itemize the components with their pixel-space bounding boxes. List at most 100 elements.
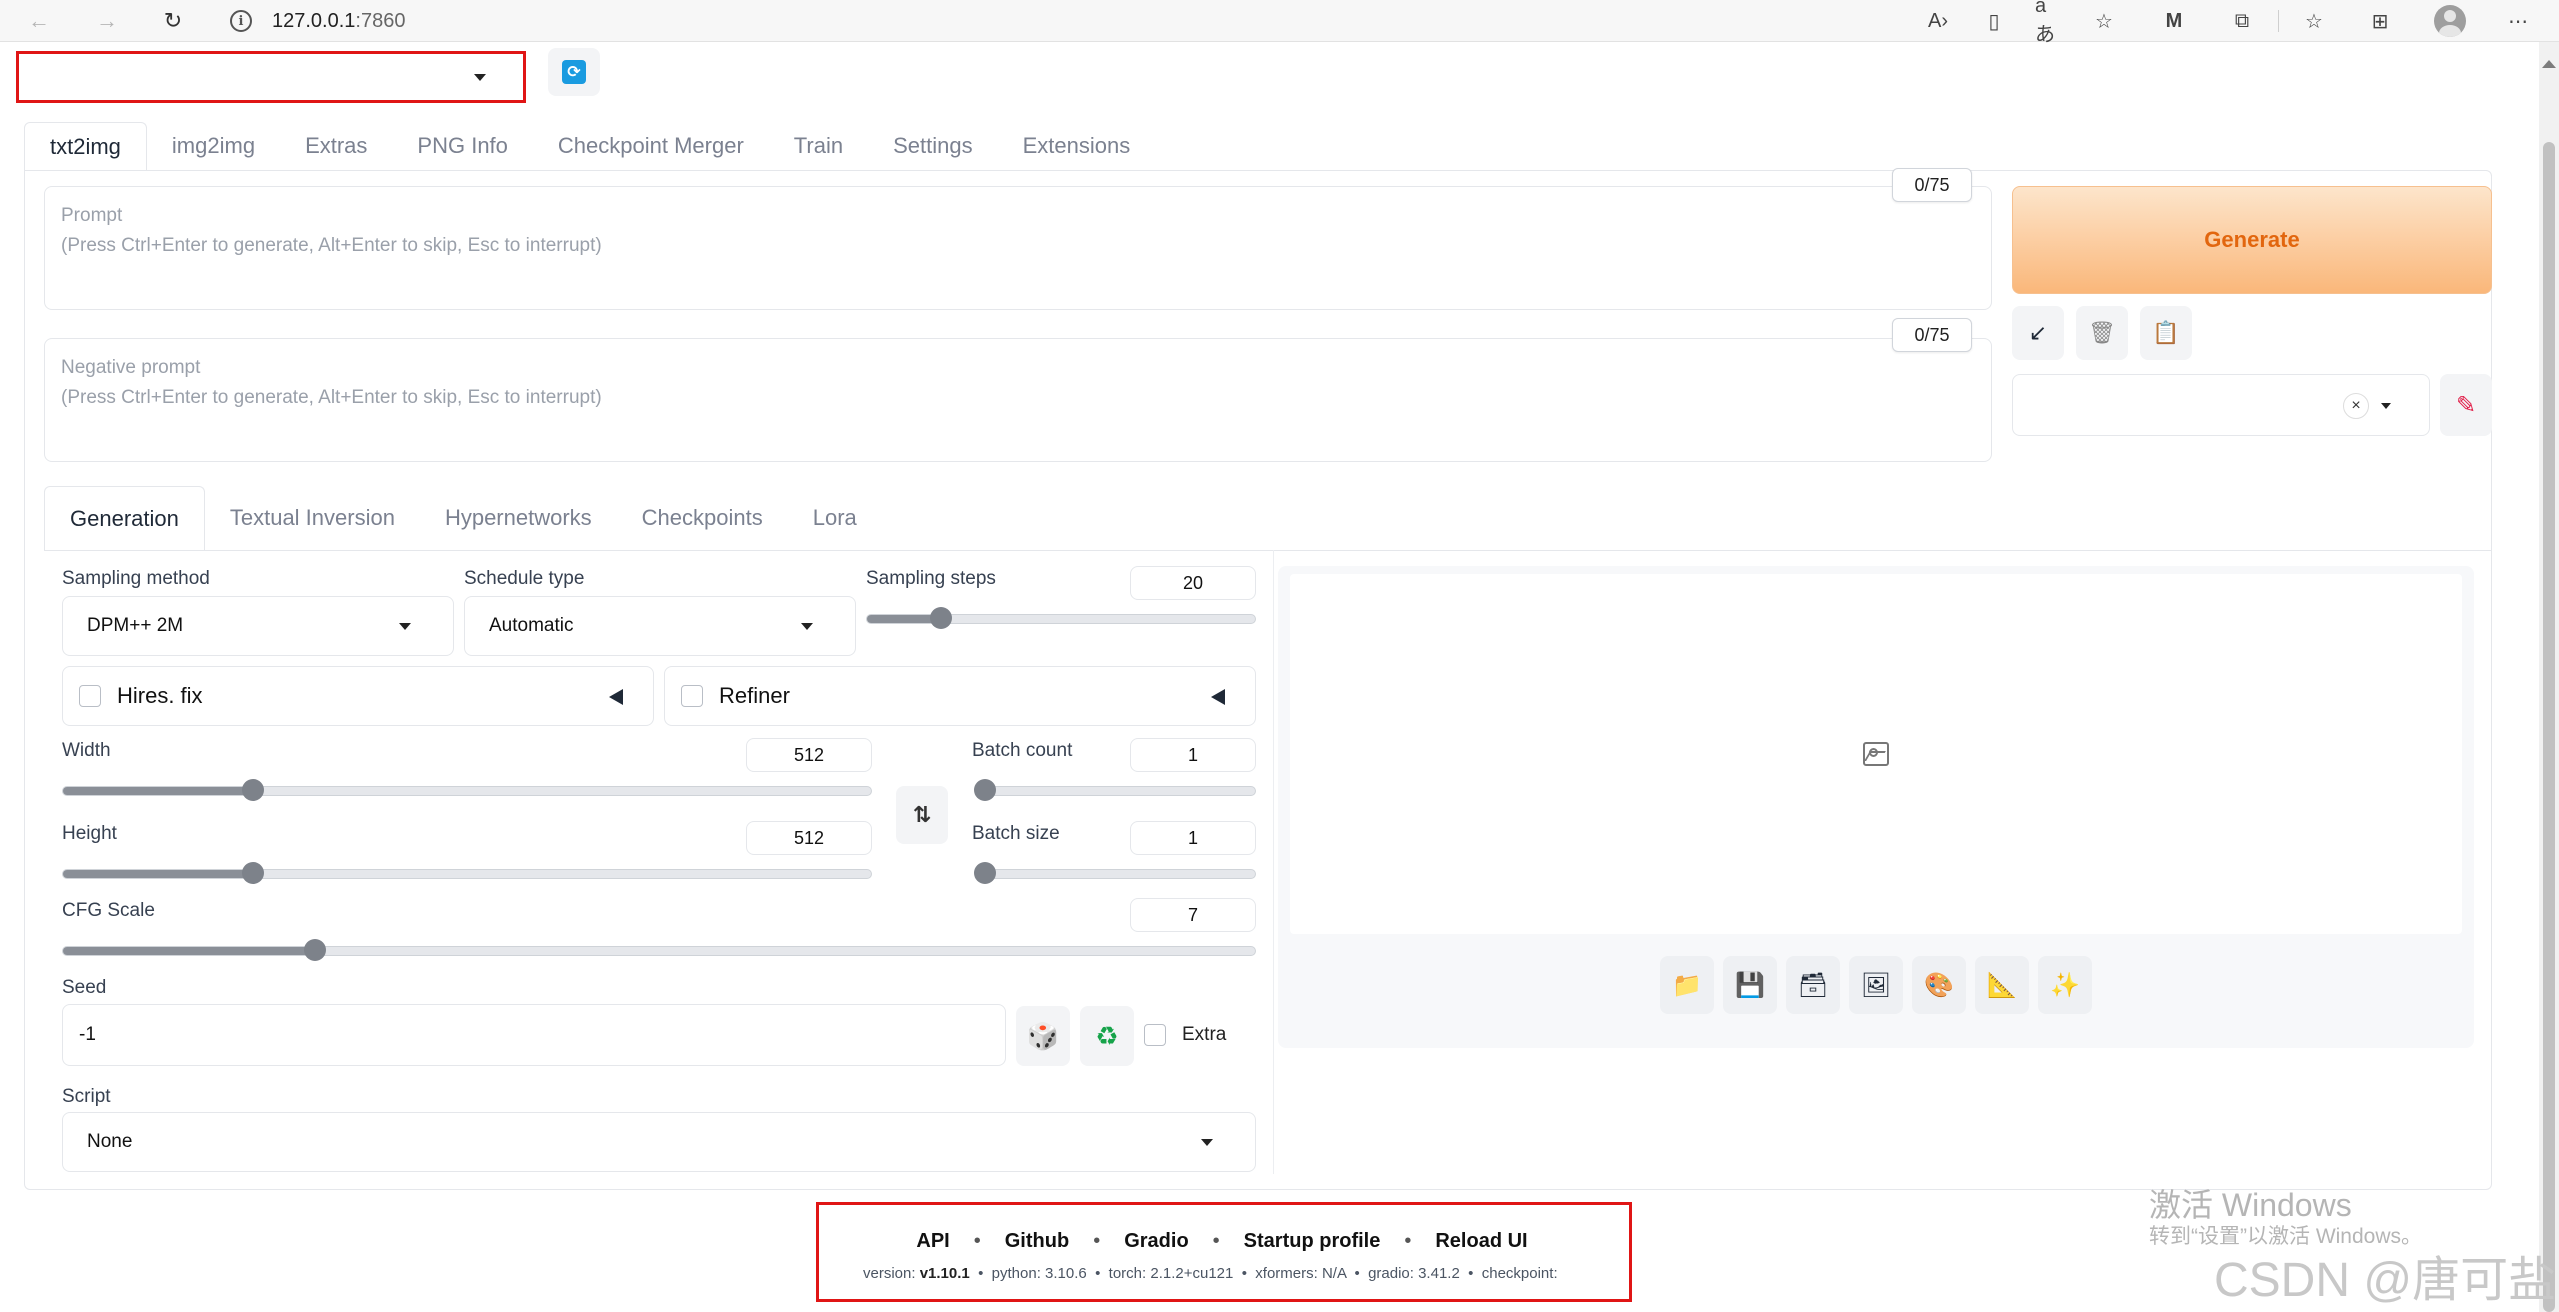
generate-button[interactable]: Generate — [2012, 186, 2492, 294]
collections-icon[interactable]: ⊞ — [2366, 8, 2394, 34]
translate-icon[interactable]: aあ — [2035, 0, 2063, 46]
hires-fix-checkbox[interactable] — [79, 685, 101, 707]
send-to-inpaint-button[interactable]: 🎨 — [1912, 956, 1966, 1014]
slider-fill — [63, 870, 253, 878]
tab-textual-inversion[interactable]: Textual Inversion — [205, 486, 420, 550]
slider-thumb[interactable] — [974, 779, 996, 801]
refiner-checkbox[interactable] — [681, 685, 703, 707]
batch-size-slider[interactable] — [974, 862, 1256, 884]
negative-prompt-input[interactable]: Negative prompt (Press Ctrl+Enter to gen… — [44, 338, 1992, 462]
footer-link-gradio[interactable]: Gradio — [1124, 1230, 1188, 1252]
prompt-input[interactable]: Prompt (Press Ctrl+Enter to generate, Al… — [44, 186, 1992, 310]
extension-m-icon[interactable]: M — [2160, 8, 2188, 34]
tab-extras[interactable]: Extras — [280, 122, 392, 170]
cfg-scale-slider[interactable] — [62, 939, 1256, 961]
sampling-method-value: DPM++ 2M — [87, 615, 184, 636]
width-slider[interactable] — [62, 779, 872, 801]
postprocess-button[interactable]: ✨ — [2038, 956, 2092, 1014]
favorites-icon[interactable]: ☆ — [2300, 8, 2328, 34]
immersive-reader-icon[interactable]: ▯ — [1980, 8, 2008, 34]
tab-lora[interactable]: Lora — [788, 486, 882, 550]
expand-arrow-icon[interactable] — [1211, 689, 1225, 705]
arrow-down-left-icon[interactable]: ↙ — [2012, 306, 2064, 360]
hires-fix-accordion[interactable]: Hires. fix — [62, 666, 654, 726]
info-icon[interactable]: i — [230, 10, 252, 32]
expand-arrow-icon[interactable] — [609, 689, 623, 705]
refresh-icon[interactable]: ↻ — [158, 6, 188, 36]
back-icon[interactable]: ← — [24, 6, 54, 36]
footer-link-startup-profile[interactable]: Startup profile — [1244, 1230, 1381, 1252]
batch-size-label: Batch size — [972, 823, 1060, 844]
checkpoint-dropdown[interactable] — [18, 55, 522, 100]
footer-link-reload-ui[interactable]: Reload UI — [1435, 1230, 1527, 1252]
tab-hypernetworks[interactable]: Hypernetworks — [420, 486, 617, 550]
slider-thumb[interactable] — [303, 939, 326, 961]
clipboard-icon[interactable]: 📋 — [2140, 306, 2192, 360]
tab-checkpoints[interactable]: Checkpoints — [617, 486, 788, 550]
clear-icon[interactable]: × — [2343, 393, 2369, 419]
footer-link-github[interactable]: Github — [1005, 1230, 1069, 1252]
scroll-thumb[interactable] — [2543, 142, 2555, 1312]
tab-txt2img[interactable]: txt2img — [24, 122, 147, 170]
sampling-steps-input[interactable]: 20 — [1130, 566, 1256, 600]
reuse-seed-button[interactable]: ♻ — [1080, 1006, 1134, 1066]
batch-size-input[interactable]: 1 — [1130, 821, 1256, 855]
send-to-img2img-button[interactable]: 🖼 — [1849, 956, 1903, 1014]
tab-img2img[interactable]: img2img — [147, 122, 280, 170]
tab-generation[interactable]: Generation — [44, 486, 205, 550]
tab-png-info[interactable]: PNG Info — [392, 122, 532, 170]
chevron-down-icon — [801, 623, 813, 630]
footer-link-api[interactable]: API — [916, 1230, 949, 1252]
seed-input[interactable]: -1 — [62, 1004, 1006, 1066]
script-dropdown[interactable]: None — [62, 1112, 1256, 1172]
extensions-icon[interactable]: ⧉ — [2228, 8, 2256, 34]
height-input[interactable]: 512 — [746, 821, 872, 855]
seed-extra-toggle[interactable]: Extra — [1144, 1024, 1226, 1046]
add-favorite-icon[interactable]: ☆ — [2090, 8, 2118, 34]
slider-thumb[interactable] — [241, 862, 264, 884]
tab-extensions[interactable]: Extensions — [998, 122, 1156, 170]
height-slider[interactable] — [62, 862, 872, 884]
footer-links: API • Github • Gradio • Startup profile • Reload… — [916, 1230, 1528, 1252]
profile-icon[interactable] — [2434, 5, 2466, 37]
forward-icon[interactable]: → — [92, 6, 122, 36]
sampling-method-dropdown[interactable]: DPM++ 2M — [62, 596, 454, 656]
sampling-steps-slider[interactable] — [866, 607, 1256, 629]
zip-button[interactable]: 🗃 — [1786, 956, 1840, 1014]
slider-thumb[interactable] — [241, 779, 264, 801]
batch-count-slider[interactable] — [974, 779, 1256, 801]
width-label: Width — [62, 740, 111, 761]
more-icon[interactable]: ⋯ — [2504, 8, 2532, 34]
sampling-method-label: Sampling method — [62, 568, 210, 589]
tab-checkpoint-merger[interactable]: Checkpoint Merger — [533, 122, 769, 170]
edit-styles-button[interactable]: ✎ — [2440, 374, 2492, 436]
extra-checkbox[interactable] — [1144, 1024, 1166, 1046]
tab-settings[interactable]: Settings — [868, 122, 998, 170]
send-to-img2img-icon: 🖼 — [1860, 971, 1892, 999]
open-folder-button[interactable]: 📁 — [1660, 956, 1714, 1014]
read-aloud-icon[interactable]: A› — [1924, 8, 1952, 34]
random-seed-button[interactable]: 🎲 — [1016, 1006, 1070, 1066]
width-input[interactable]: 512 — [746, 738, 872, 772]
tab-train[interactable]: Train — [769, 122, 868, 170]
save-button[interactable]: 💾 — [1723, 956, 1777, 1014]
send-to-extras-button[interactable]: 📐 — [1975, 956, 2029, 1014]
schedule-type-dropdown[interactable]: Automatic — [464, 596, 856, 656]
image-placeholder-icon — [1863, 742, 1889, 766]
swap-dimensions-button[interactable]: ⇅ — [896, 786, 948, 844]
version-info: version: v1.10.1 • python: 3.10.6 • torc… — [863, 1265, 1558, 1282]
checkpoint-info: checkpoint: — [1481, 1265, 1558, 1282]
refiner-accordion[interactable]: Refiner — [664, 666, 1256, 726]
trash-icon[interactable]: 🗑 — [2076, 306, 2128, 360]
address-bar[interactable]: i 127.0.0.1:7860 — [230, 5, 1920, 37]
slider-thumb[interactable] — [929, 607, 952, 629]
page-scrollbar[interactable] — [2539, 42, 2559, 1312]
scroll-up-icon[interactable] — [2542, 60, 2556, 68]
chevron-down-icon — [1201, 1139, 1213, 1146]
seed-label: Seed — [62, 977, 107, 998]
cfg-scale-input[interactable]: 7 — [1130, 898, 1256, 932]
batch-count-input[interactable]: 1 — [1130, 738, 1256, 772]
refresh-checkpoint-button[interactable]: ⟳ — [548, 48, 600, 96]
styles-dropdown[interactable]: × — [2012, 374, 2430, 436]
slider-thumb[interactable] — [974, 862, 996, 884]
